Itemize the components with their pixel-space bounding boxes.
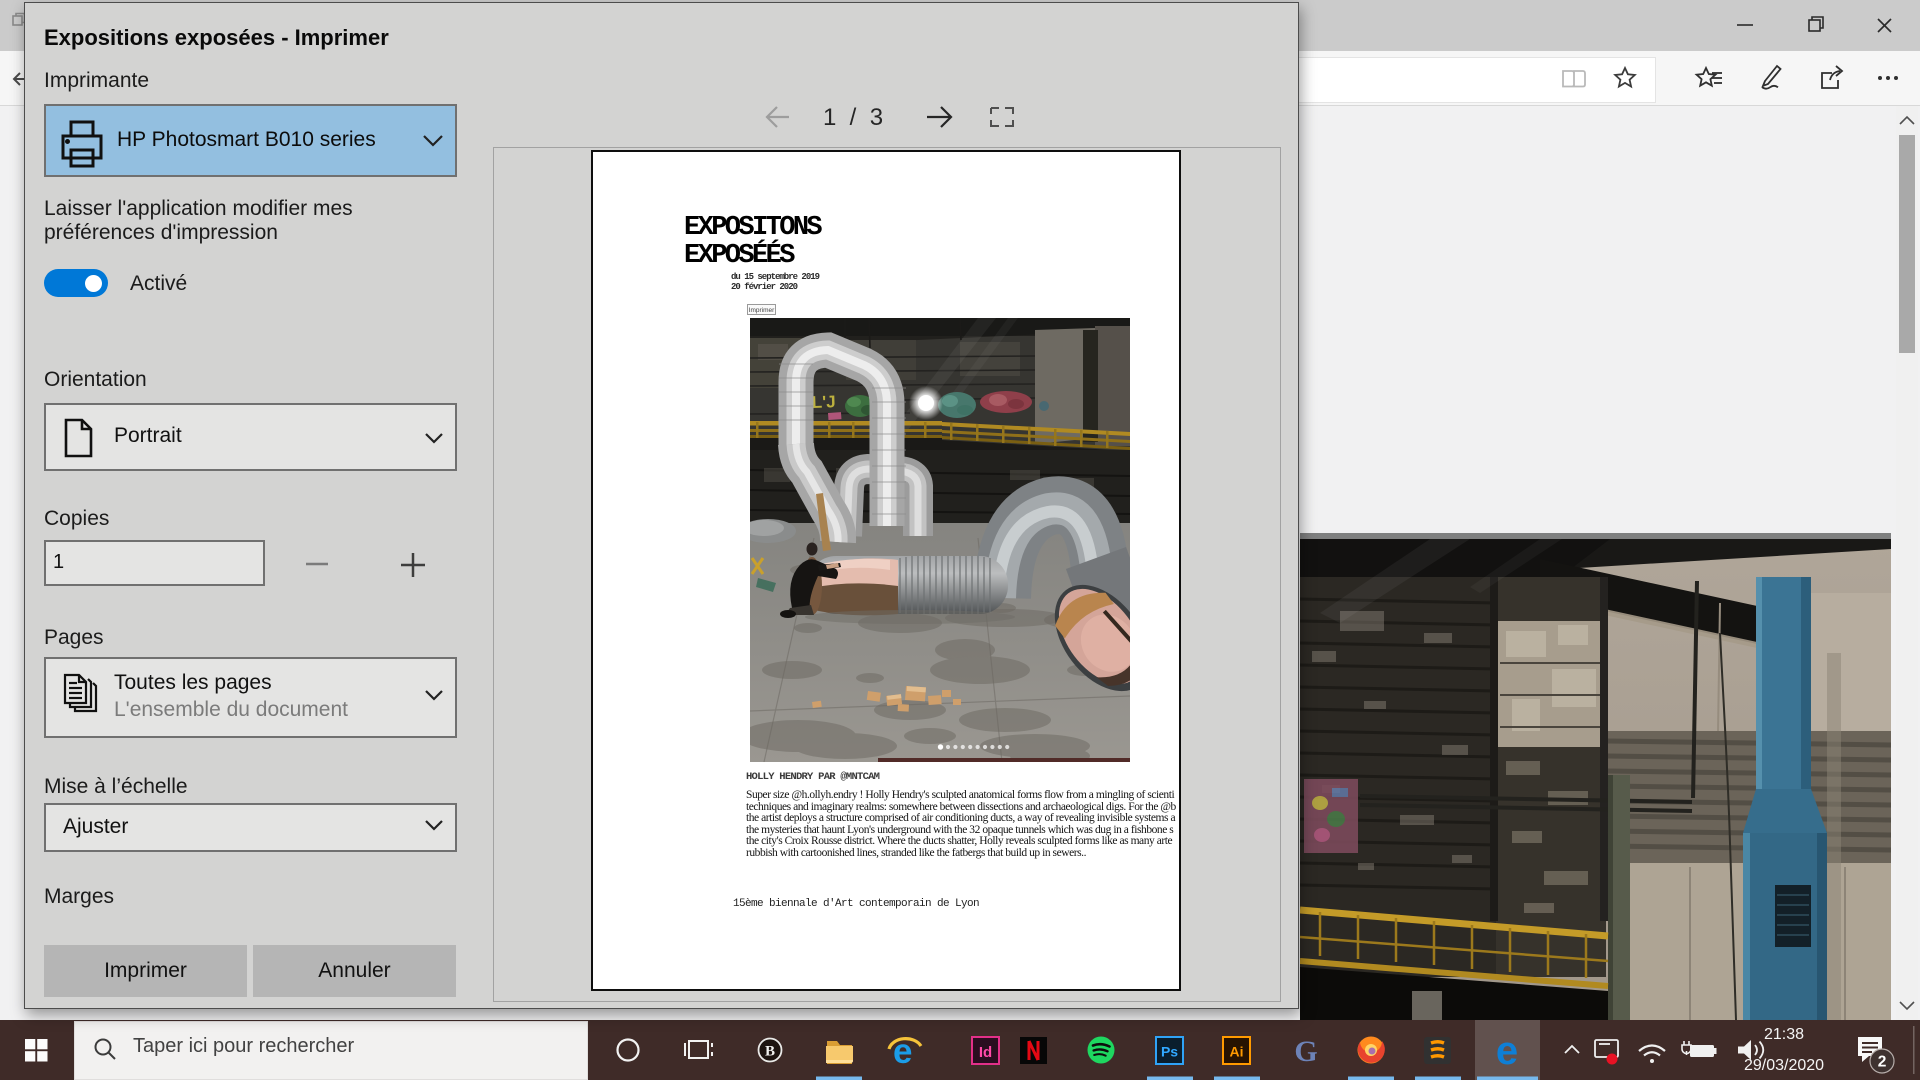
svg-text:2: 2 [1878,1054,1887,1071]
svg-text:Id: Id [979,1044,992,1061]
svg-text:B: B [765,1044,775,1060]
svg-text:L'J: L'J [811,392,836,412]
svg-text:Ps: Ps [1161,1044,1178,1060]
svg-text:Ai: Ai [1230,1044,1244,1060]
svg-text:e: e [1496,1029,1518,1073]
svg-text:G: G [1294,1035,1317,1068]
